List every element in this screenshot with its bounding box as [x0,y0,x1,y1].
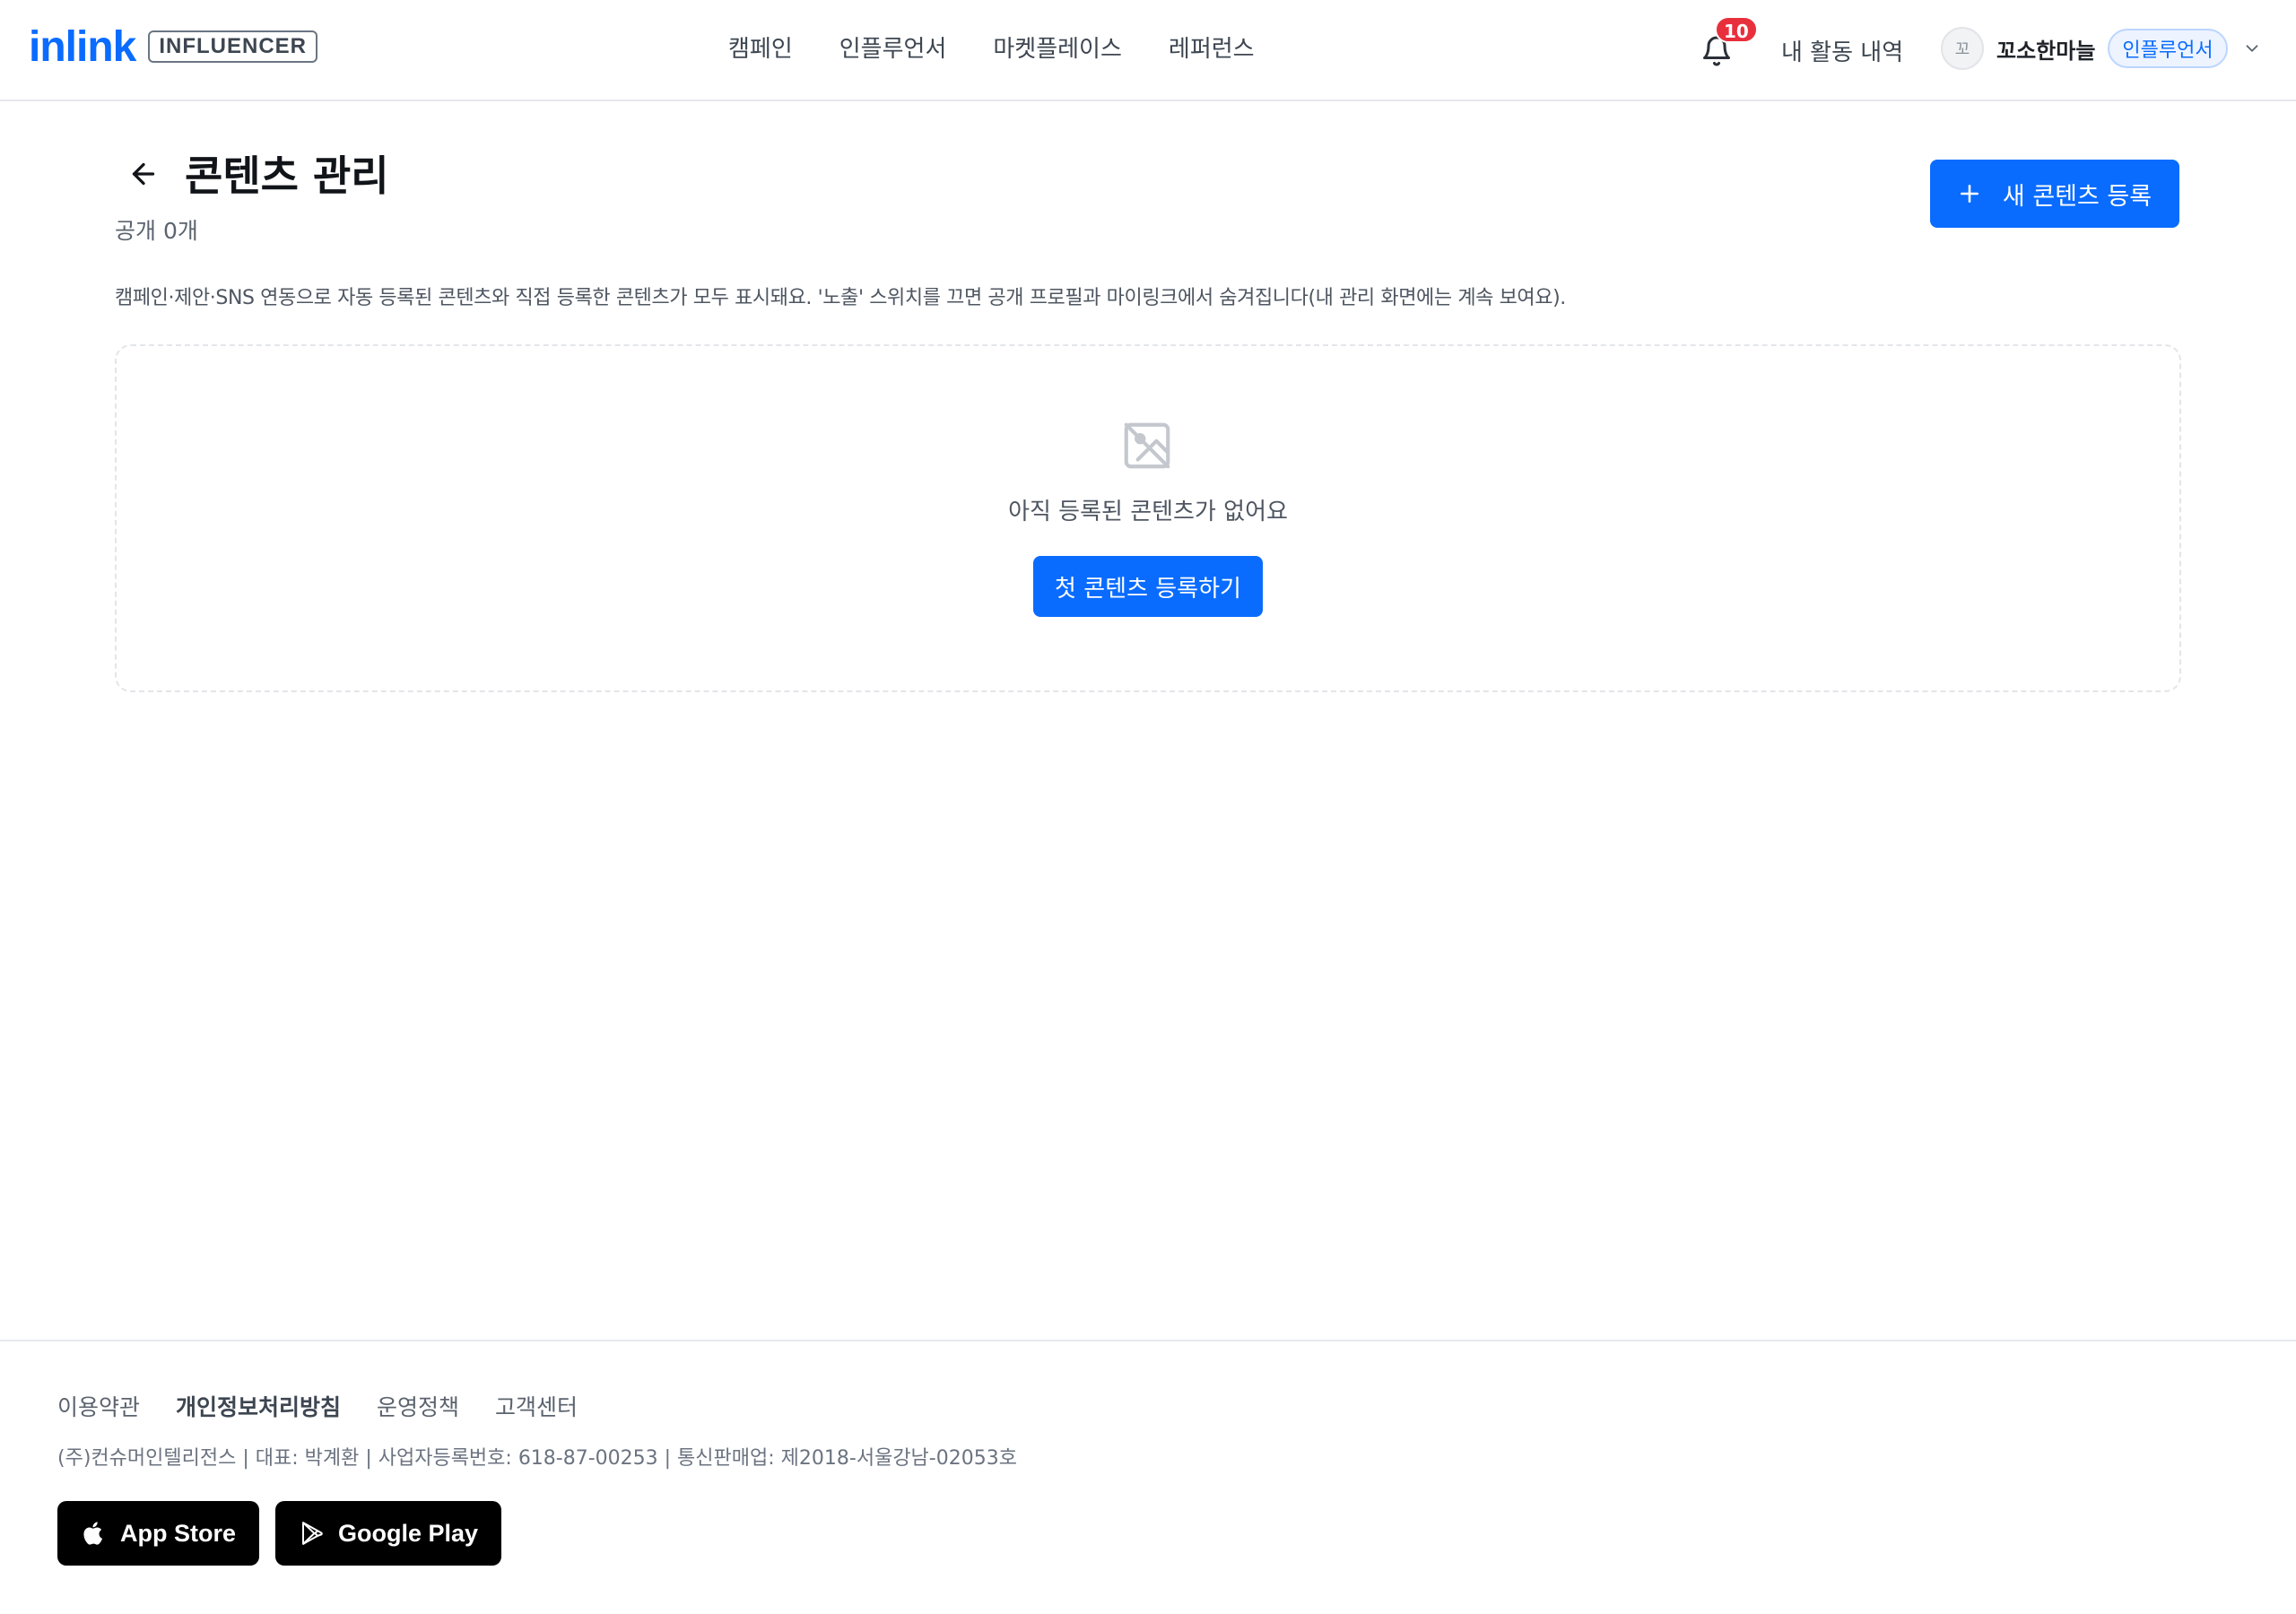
back-arrow-icon[interactable] [127,158,160,190]
role-badge: 인플루언서 [2108,29,2228,68]
logo-badge: INFLUENCER [148,30,318,63]
google-play-button[interactable]: Google Play [275,1501,502,1566]
no-image-icon [1124,422,1170,469]
first-content-button[interactable]: 첫 콘텐츠 등록하기 [1033,556,1263,617]
app-store-buttons: App Store Google Play [57,1501,502,1566]
footer-links: 이용약관 개인정보처리방침 운영정책 고객센터 [57,1390,578,1422]
plus-icon [1960,185,1979,203]
avatar: 꼬 [1941,27,1984,70]
footer-link-privacy[interactable]: 개인정보처리방침 [176,1390,341,1422]
footer-link-policy[interactable]: 운영정책 [377,1390,459,1422]
footer: 이용약관 개인정보처리방침 운영정책 고객센터 (주)컨슈머인텔리전스 | 대표… [0,1340,2296,1614]
new-content-label: 새 콘텐츠 등록 [2002,182,2152,211]
footer-link-terms[interactable]: 이용약관 [57,1390,140,1422]
app-store-button[interactable]: App Store [57,1501,260,1566]
app-store-label: App Store [120,1519,237,1547]
public-count: 공개 0개 [115,218,198,244]
nav-item-marketplace[interactable]: 마켓플레이스 [993,30,1122,64]
logo[interactable]: inlink INFLUENCER [29,22,318,71]
apple-icon [83,1522,102,1545]
nav-item-campaign[interactable]: 캠페인 [728,30,793,64]
activity-link[interactable]: 내 활동 내역 [1781,34,1903,67]
logo-wordmark: inlink [29,22,136,71]
empty-state-message: 아직 등록된 콘텐츠가 없어요 [1008,499,1288,525]
notification-count-badge: 10 [1715,16,1758,43]
main-nav: 캠페인 인플루언서 마켓플레이스 레퍼런스 [728,30,1255,64]
new-content-button[interactable]: 새 콘텐츠 등록 [1930,160,2179,228]
profile-name: 꼬소한마늘 [1996,38,2096,64]
description-text: 캠페인·제안·SNS 연동으로 자동 등록된 콘텐츠와 직접 등록한 콘텐츠가 … [115,287,1566,309]
google-play-icon [302,1522,323,1545]
nav-item-influencer[interactable]: 인플루언서 [839,30,947,64]
google-play-label: Google Play [338,1519,479,1547]
page-title: 콘텐츠 관리 [185,152,389,200]
chevron-down-icon [2246,45,2258,52]
top-header: inlink INFLUENCER 캠페인 인플루언서 마켓플레이스 레퍼런스 … [0,0,2296,101]
company-info: (주)컨슈머인텔리전스 | 대표: 박계환 | 사업자등록번호: 618-87-… [57,1447,1017,1470]
profile-menu[interactable]: 꼬 꼬소한마늘 인플루언서 [1941,27,2262,70]
footer-link-support[interactable]: 고객센터 [495,1390,578,1422]
nav-item-reference[interactable]: 레퍼런스 [1169,30,1255,64]
